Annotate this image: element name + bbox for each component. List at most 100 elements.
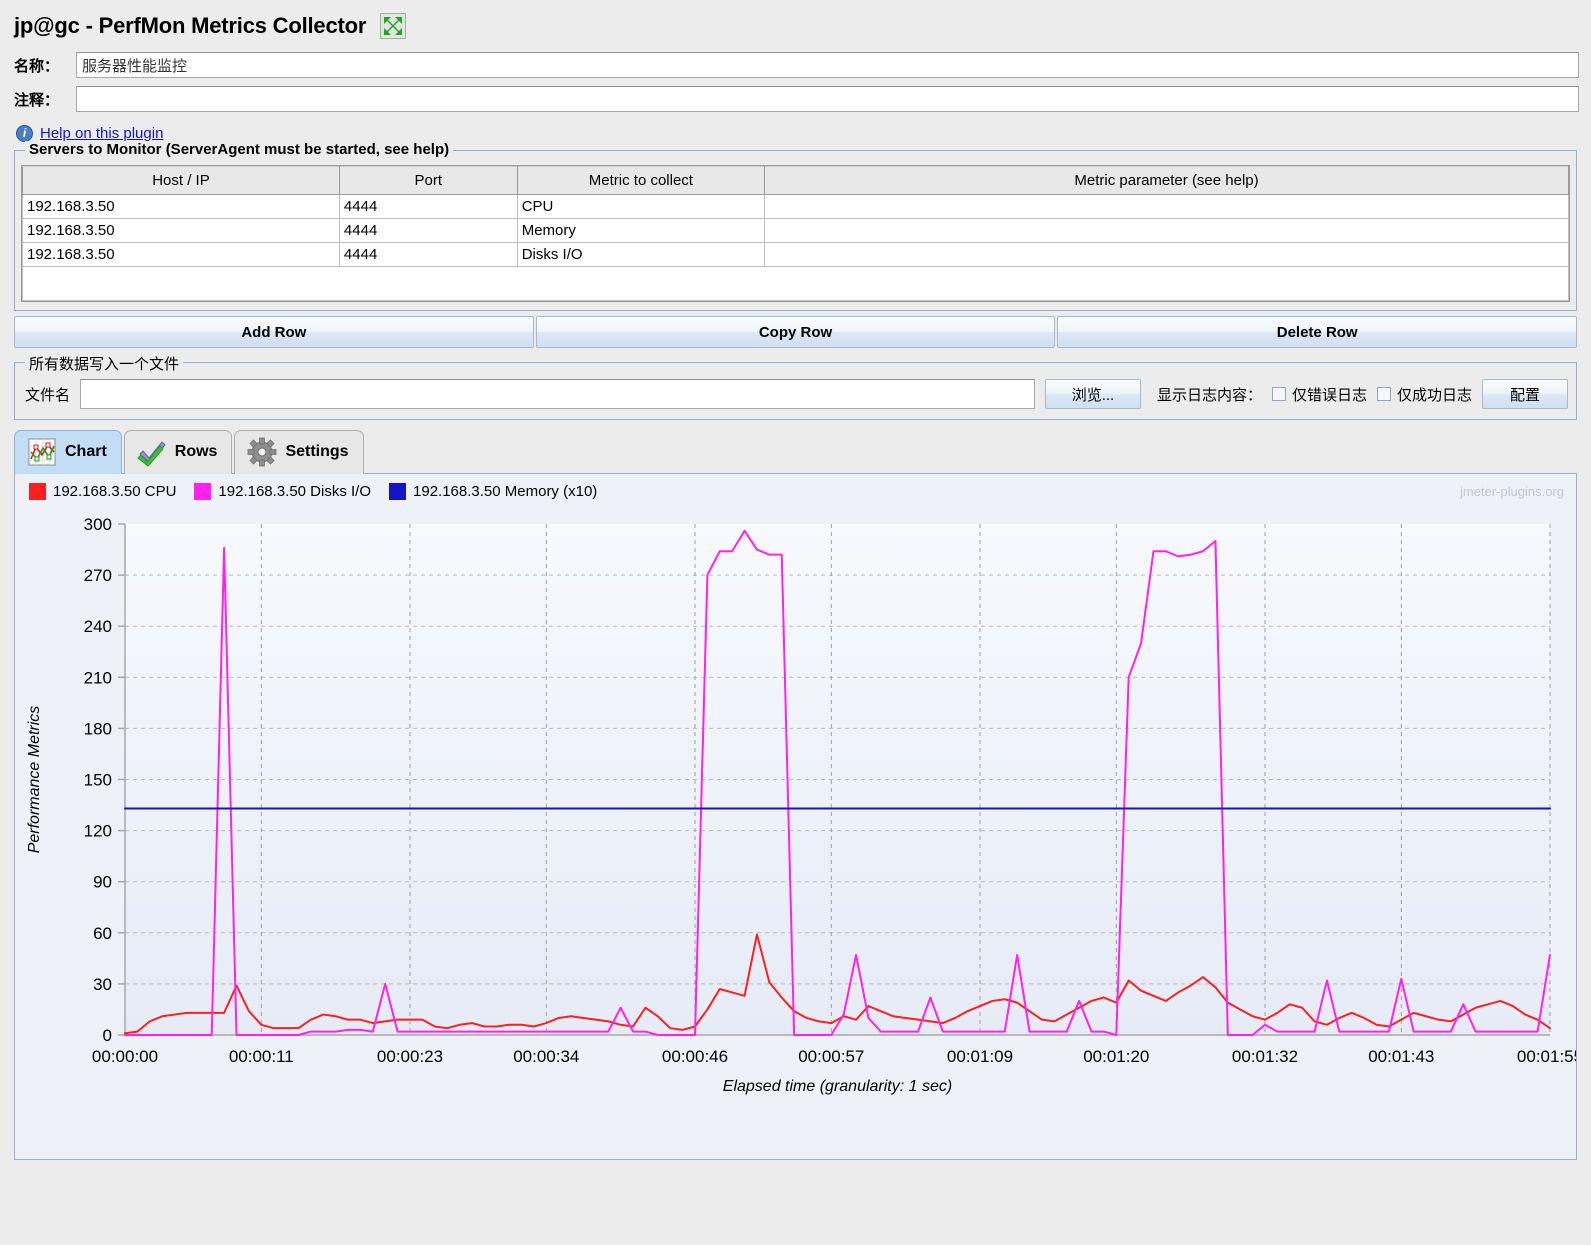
svg-text:150: 150 xyxy=(84,771,112,790)
table-empty-area xyxy=(22,267,1569,301)
show-logs-label: 显示日志内容： xyxy=(1157,384,1262,405)
comment-input[interactable] xyxy=(76,86,1579,112)
cell-host[interactable]: 192.168.3.50 xyxy=(23,195,340,219)
servers-to-monitor-group: Servers to Monitor (ServerAgent must be … xyxy=(14,150,1577,311)
servers-group-title: Servers to Monitor (ServerAgent must be … xyxy=(25,141,453,158)
svg-text:210: 210 xyxy=(84,668,112,687)
cell-port[interactable]: 4444 xyxy=(339,195,517,219)
copy-row-button[interactable]: Copy Row xyxy=(536,316,1056,348)
filename-input[interactable] xyxy=(80,379,1035,409)
cell-metric[interactable]: Memory xyxy=(517,219,764,243)
browse-button[interactable]: 浏览... xyxy=(1045,379,1141,409)
chart-panel: 192.168.3.50 CPU 192.168.3.50 Disks I/O … xyxy=(14,474,1577,1160)
legend-swatch-memory xyxy=(389,483,406,500)
comment-row: 注释： xyxy=(0,84,1591,114)
errors-only-checkbox-wrapper[interactable]: 仅错误日志 xyxy=(1272,384,1367,405)
svg-text:30: 30 xyxy=(93,975,112,994)
legend-item-cpu[interactable]: 192.168.3.50 CPU xyxy=(29,483,176,500)
tab-chart-label: Chart xyxy=(65,443,107,461)
success-only-checkbox-wrapper[interactable]: 仅成功日志 xyxy=(1377,384,1472,405)
column-header-param[interactable]: Metric parameter (see help) xyxy=(765,167,1569,195)
svg-text:00:01:09: 00:01:09 xyxy=(947,1047,1013,1066)
file-group-title: 所有数据写入一个文件 xyxy=(25,353,183,374)
table-row[interactable]: 192.168.3.50 4444 Memory xyxy=(23,219,1569,243)
cell-metric[interactable]: Disks I/O xyxy=(517,243,764,267)
column-header-host[interactable]: Host / IP xyxy=(23,167,340,195)
legend-item-disks-io[interactable]: 192.168.3.50 Disks I/O xyxy=(194,483,371,500)
chart-svg: 0 30 60 90 120 150 180 210 240 270 300 00:00:00 00:0… xyxy=(15,512,1576,1157)
legend-item-memory[interactable]: 192.168.3.50 Memory (x10) xyxy=(389,483,597,500)
servers-table: Host / IP Port Metric to collect Metric … xyxy=(22,166,1569,267)
checkbox-icon[interactable] xyxy=(1272,387,1286,401)
cell-host[interactable]: 192.168.3.50 xyxy=(23,243,340,267)
row-buttons: Add Row Copy Row Delete Row xyxy=(14,316,1577,348)
cell-host[interactable]: 192.168.3.50 xyxy=(23,219,340,243)
servers-table-wrapper: Host / IP Port Metric to collect Metric … xyxy=(21,165,1570,302)
configure-button[interactable]: 配置 xyxy=(1482,379,1568,409)
tab-settings[interactable]: Settings xyxy=(234,430,363,474)
svg-text:00:00:34: 00:00:34 xyxy=(513,1047,579,1066)
legend-label-cpu: 192.168.3.50 CPU xyxy=(53,483,176,500)
write-all-data-group: 所有数据写入一个文件 文件名 浏览... 显示日志内容： 仅错误日志 仅成功日志… xyxy=(14,362,1577,420)
svg-text:90: 90 xyxy=(93,873,112,892)
chart-legend: 192.168.3.50 CPU 192.168.3.50 Disks I/O … xyxy=(15,474,1576,500)
svg-text:00:01:43: 00:01:43 xyxy=(1368,1047,1434,1066)
legend-swatch-disks-io xyxy=(194,483,211,500)
cell-port[interactable]: 4444 xyxy=(339,243,517,267)
add-row-button[interactable]: Add Row xyxy=(14,316,534,348)
tab-chart[interactable]: Chart xyxy=(14,430,122,474)
svg-text:240: 240 xyxy=(84,617,112,636)
page-title: jp@gc - PerfMon Metrics Collector xyxy=(14,13,366,39)
name-label: 名称： xyxy=(14,55,76,76)
checkbox-icon[interactable] xyxy=(1377,387,1391,401)
window-titlebar: jp@gc - PerfMon Metrics Collector xyxy=(0,0,1591,50)
svg-text:60: 60 xyxy=(93,924,112,943)
chart-icon xyxy=(27,437,57,467)
svg-text:00:01:20: 00:01:20 xyxy=(1083,1047,1149,1066)
tab-rows-label: Rows xyxy=(175,443,218,461)
file-row: 文件名 浏览... 显示日志内容： 仅错误日志 仅成功日志 配置 xyxy=(21,377,1570,411)
success-only-label: 仅成功日志 xyxy=(1397,384,1472,405)
errors-only-label: 仅错误日志 xyxy=(1292,384,1367,405)
tab-bar: Chart Rows xyxy=(14,428,1577,474)
svg-text:180: 180 xyxy=(84,719,112,738)
svg-text:00:00:57: 00:00:57 xyxy=(798,1047,864,1066)
cell-param[interactable] xyxy=(765,195,1569,219)
svg-text:Elapsed time (granularity: 1 s: Elapsed time (granularity: 1 sec) xyxy=(723,1078,952,1095)
table-row[interactable]: 192.168.3.50 4444 Disks I/O xyxy=(23,243,1569,267)
legend-label-disks-io: 192.168.3.50 Disks I/O xyxy=(218,483,371,500)
table-header-row: Host / IP Port Metric to collect Metric … xyxy=(23,167,1569,195)
tab-rows[interactable]: Rows xyxy=(124,430,233,474)
svg-text:00:01:32: 00:01:32 xyxy=(1232,1047,1298,1066)
comment-label: 注释： xyxy=(14,89,76,110)
svg-text:00:00:46: 00:00:46 xyxy=(662,1047,728,1066)
cell-port[interactable]: 4444 xyxy=(339,219,517,243)
legend-swatch-cpu xyxy=(29,483,46,500)
column-header-port[interactable]: Port xyxy=(339,167,517,195)
perfmon-metrics-collector-window: jp@gc - PerfMon Metrics Collector 名称： 注释… xyxy=(0,0,1591,1245)
resize-arrows-icon[interactable] xyxy=(380,13,406,39)
cell-param[interactable] xyxy=(765,243,1569,267)
svg-text:300: 300 xyxy=(84,515,112,534)
table-row[interactable]: 192.168.3.50 4444 CPU xyxy=(23,195,1569,219)
checkmarks-icon xyxy=(137,437,167,467)
column-header-metric[interactable]: Metric to collect xyxy=(517,167,764,195)
filename-label: 文件名 xyxy=(25,384,70,405)
svg-text:00:00:00: 00:00:00 xyxy=(92,1047,158,1066)
cell-metric[interactable]: CPU xyxy=(517,195,764,219)
svg-text:00:00:11: 00:00:11 xyxy=(229,1047,294,1066)
cell-param[interactable] xyxy=(765,219,1569,243)
svg-text:270: 270 xyxy=(84,566,112,585)
chart-plot-area[interactable]: 0 30 60 90 120 150 180 210 240 270 300 00:00:00 00:0… xyxy=(15,512,1576,1157)
name-row: 名称： xyxy=(0,50,1591,80)
gear-icon xyxy=(247,437,277,467)
svg-text:00:01:55: 00:01:55 xyxy=(1517,1047,1576,1066)
svg-text:Performance Metrics: Performance Metrics xyxy=(26,706,43,854)
name-input[interactable] xyxy=(76,52,1579,78)
svg-text:00:00:23: 00:00:23 xyxy=(377,1047,443,1066)
svg-text:120: 120 xyxy=(84,822,112,841)
delete-row-button[interactable]: Delete Row xyxy=(1057,316,1577,348)
jmeter-plugins-watermark: jmeter-plugins.org xyxy=(1460,484,1564,499)
help-on-this-plugin-link[interactable]: Help on this plugin xyxy=(40,125,163,142)
svg-text:0: 0 xyxy=(103,1026,112,1045)
